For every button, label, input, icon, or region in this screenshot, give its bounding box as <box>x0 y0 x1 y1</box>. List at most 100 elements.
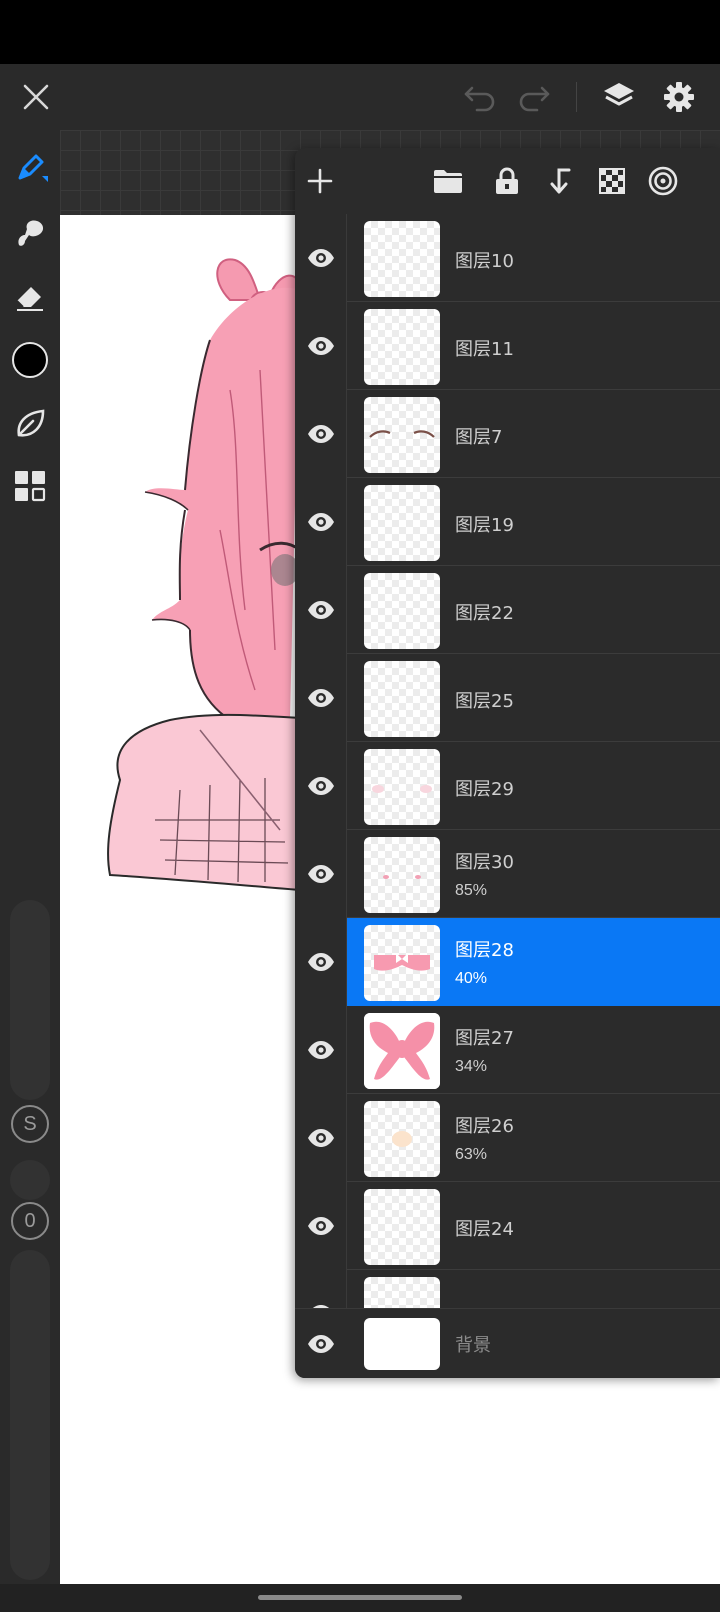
eraser-tool[interactable] <box>6 272 54 320</box>
layer-name: 图层28 <box>455 940 514 961</box>
brush-opacity-slider-lower[interactable] <box>10 1250 50 1580</box>
smudge-tool[interactable] <box>6 208 54 256</box>
merge-down-button[interactable] <box>542 163 578 199</box>
layer-name: 图层10 <box>455 251 514 272</box>
layer-row[interactable]: 图层27 34% <box>295 1006 720 1094</box>
layer-visibility-toggle[interactable] <box>295 1094 347 1182</box>
layer-visibility-toggle[interactable] <box>295 390 347 478</box>
layer-row[interactable] <box>295 1270 720 1308</box>
navigation-bar <box>0 1584 720 1612</box>
color-swatch-button[interactable] <box>6 336 54 384</box>
add-layer-button[interactable] <box>302 163 338 199</box>
layer-row-body[interactable]: 图层10 <box>347 214 720 302</box>
layer-thumbnail <box>364 221 440 297</box>
layer-name: 图层7 <box>455 427 503 448</box>
layer-thumbnail <box>364 661 440 737</box>
layer-thumbnail <box>364 1189 440 1265</box>
layer-visibility-toggle[interactable] <box>295 742 347 830</box>
layer-visibility-toggle[interactable] <box>295 478 347 566</box>
layer-opacity: 85% <box>455 882 488 899</box>
gallery-tool[interactable] <box>6 462 54 510</box>
eye-icon <box>307 249 334 267</box>
layer-visibility-toggle[interactable] <box>295 302 347 390</box>
eye-icon <box>307 1041 334 1059</box>
layer-row-body[interactable]: 图层19 <box>347 478 720 566</box>
layer-row[interactable]: 图层19 <box>295 478 720 566</box>
home-indicator[interactable] <box>258 1595 462 1600</box>
layer-row[interactable]: 图层22 <box>295 566 720 654</box>
layer-visibility-toggle[interactable] <box>295 1006 347 1094</box>
brush-opacity-slider[interactable] <box>10 1160 50 1200</box>
folder-button[interactable] <box>430 163 466 199</box>
eye-icon <box>307 337 334 355</box>
layer-row-body[interactable]: 图层24 <box>347 1182 720 1270</box>
background-layer-label: 背景 <box>455 1335 491 1356</box>
layer-visibility-toggle[interactable] <box>295 566 347 654</box>
alpha-lock-button[interactable] <box>594 163 630 199</box>
reference-button[interactable] <box>645 163 681 199</box>
layer-thumbnail <box>364 837 440 913</box>
s-button[interactable]: S <box>11 1105 49 1143</box>
zero-button[interactable]: 0 <box>11 1202 49 1240</box>
background-visibility-toggle[interactable] <box>295 1309 347 1378</box>
layer-name: 图层29 <box>455 779 514 800</box>
layers-button[interactable] <box>596 74 642 120</box>
layer-row-body[interactable]: 图层11 <box>347 302 720 390</box>
layer-visibility-toggle[interactable] <box>295 214 347 302</box>
layer-name: 图层27 <box>455 1028 514 1049</box>
brush-size-slider[interactable] <box>10 900 50 1100</box>
layer-name: 图层11 <box>455 339 514 360</box>
eye-icon <box>307 953 334 971</box>
layer-row[interactable]: 图层28 40% <box>295 918 720 1006</box>
layer-row[interactable]: 图层30 85% <box>295 830 720 918</box>
smudge-icon <box>18 220 44 246</box>
layer-row-body[interactable]: 图层22 <box>347 566 720 654</box>
lock-button[interactable] <box>489 163 525 199</box>
status-bar <box>0 0 720 64</box>
background-thumbnail <box>364 1318 440 1370</box>
redo-icon <box>519 86 550 112</box>
layer-visibility-toggle[interactable] <box>295 654 347 742</box>
layer-row-body[interactable]: 图层26 63% <box>347 1094 720 1182</box>
layer-row[interactable]: 图层29 <box>295 742 720 830</box>
layer-name: 图层26 <box>455 1116 514 1137</box>
layer-row-body[interactable]: 图层30 85% <box>347 830 720 918</box>
layer-opacity: 40% <box>455 970 488 987</box>
layer-list[interactable]: 图层10 图层11 图层7 图层19 图层22 图层25 图层29 图层30 85% 图层28 40… <box>295 214 720 1308</box>
layer-name: 图层24 <box>455 1219 514 1240</box>
close-icon <box>23 84 49 110</box>
layer-visibility-toggle[interactable] <box>295 830 347 918</box>
brush-tool[interactable] <box>6 144 54 192</box>
layer-name: 图层25 <box>455 691 514 712</box>
background-layer-row[interactable]: 背景 <box>295 1308 720 1378</box>
layer-row[interactable]: 图层10 <box>295 214 720 302</box>
layer-visibility-toggle[interactable] <box>295 1182 347 1270</box>
layer-row[interactable]: 图层24 <box>295 1182 720 1270</box>
layers-icon <box>604 83 634 106</box>
undo-button[interactable] <box>458 75 502 119</box>
layer-row-body[interactable] <box>347 1270 720 1308</box>
undo-icon <box>464 86 495 112</box>
layer-thumbnail <box>364 749 440 825</box>
redo-button[interactable] <box>512 75 556 119</box>
layer-visibility-toggle[interactable] <box>295 918 347 1006</box>
layer-row[interactable]: 图层26 63% <box>295 1094 720 1182</box>
layer-row[interactable]: 图层11 <box>295 302 720 390</box>
layer-row-body[interactable]: 图层7 <box>347 390 720 478</box>
layer-thumbnail <box>364 1277 440 1308</box>
layer-visibility-toggle[interactable] <box>295 1270 347 1308</box>
layer-row-body[interactable]: 图层25 <box>347 654 720 742</box>
layers-panel: 图层10 图层11 图层7 图层19 图层22 图层25 图层29 图层30 85% 图层28 40… <box>295 148 720 1378</box>
eye-icon <box>308 1335 334 1353</box>
layer-row[interactable]: 图层7 <box>295 390 720 478</box>
settings-button[interactable] <box>656 74 702 120</box>
close-button[interactable] <box>14 75 58 119</box>
add-layer-icon <box>307 168 333 194</box>
layer-row-body[interactable]: 图层27 34% <box>347 1006 720 1094</box>
layers-panel-toolbar <box>295 148 720 214</box>
layer-row[interactable]: 图层25 <box>295 654 720 742</box>
eye-icon <box>307 777 334 795</box>
layer-row-body[interactable]: 图层28 40% <box>347 918 720 1006</box>
layer-row-body[interactable]: 图层29 <box>347 742 720 830</box>
liquify-tool[interactable] <box>6 400 54 448</box>
